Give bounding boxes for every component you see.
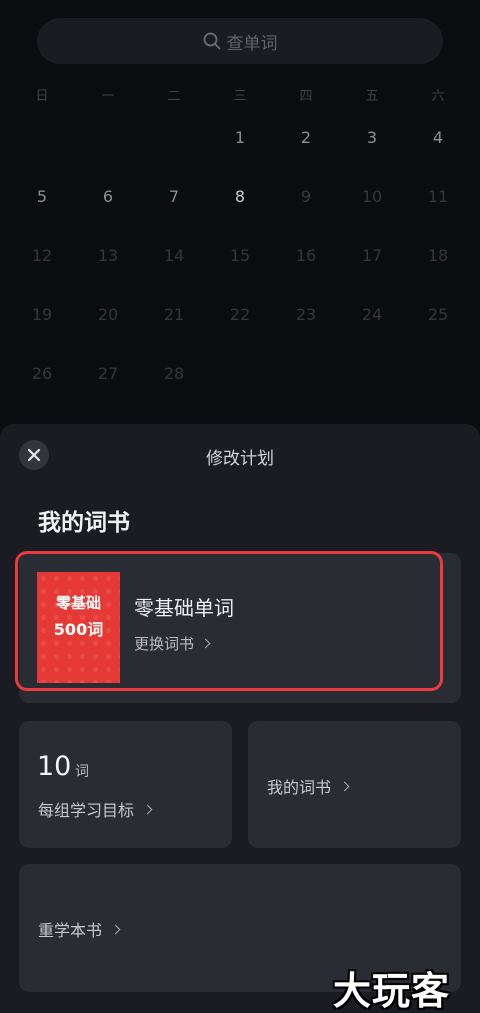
section-title: 我的词书: [38, 510, 130, 536]
weekday-label: 日: [35, 88, 49, 104]
chevron-right-icon: [110, 924, 121, 934]
calendar-week: 1234: [0, 108, 480, 167]
calendar-day[interactable]: 27: [75, 344, 141, 403]
calendar-day[interactable]: 12: [9, 226, 75, 285]
calendar-day[interactable]: 21: [141, 285, 207, 344]
sheet-title: 修改计划: [206, 449, 274, 469]
calendar-day[interactable]: 17: [339, 226, 405, 285]
calendar-week: 19 20 21 22 23 24 25: [0, 285, 480, 344]
weekday-label: 二: [167, 88, 181, 104]
relearn-label: 重学本书: [38, 921, 103, 940]
weekday-label: 一: [101, 88, 115, 104]
weekday-label: 三: [233, 88, 247, 104]
calendar-day[interactable]: 24: [339, 285, 405, 344]
calendar-day[interactable]: 15: [207, 226, 273, 285]
calendar-day[interactable]: 18: [405, 226, 471, 285]
group-goal-tile[interactable]: 10 词 每组学习目标: [19, 721, 232, 848]
calendar-empty-cell: [75, 108, 141, 167]
my-books-tile[interactable]: 我的词书: [248, 721, 461, 848]
calendar-empty-cell: [339, 344, 405, 403]
highlight-box: [15, 551, 443, 691]
calendar-day[interactable]: 26: [9, 344, 75, 403]
edit-plan-sheet: 修改计划 我的词书 零基础 500词 零基础单词 更换词书 10 词 每组学习目…: [0, 424, 480, 1013]
calendar-day[interactable]: 16: [273, 226, 339, 285]
calendar-day[interactable]: 6: [75, 167, 141, 226]
calendar-week: 5 6 7 8 9 10 11: [0, 167, 480, 226]
calendar-grid: 1 2 3 4 5 6 7 8 9 10 11 12 13 14 15 16 17 18 19 20 21 22 23 24 2…: [0, 108, 480, 403]
calendar-day[interactable]: 19: [9, 285, 75, 344]
search-bar[interactable]: 查单词: [37, 18, 443, 64]
calendar-day[interactable]: 23: [273, 285, 339, 344]
calendar-empty-cell: [405, 344, 471, 403]
calendar-day[interactable]: 25: [405, 285, 471, 344]
calendar-empty-cell: [207, 344, 273, 403]
calendar-day[interactable]: 5: [9, 167, 75, 226]
calendar-day[interactable]: 10: [339, 167, 405, 226]
calendar-day[interactable]: 11: [405, 167, 471, 226]
calendar-day[interactable]: 20: [75, 285, 141, 344]
calendar-empty-cell: [141, 108, 207, 167]
calendar-week: 12 13 14 15 16 17 18: [0, 226, 480, 285]
watermark: 大玩客: [333, 969, 451, 1013]
goal-value: 10: [37, 751, 72, 782]
calendar-day[interactable]: 22: [207, 285, 273, 344]
weekday-label: 六: [431, 88, 445, 104]
goal-label: 每组学习目标: [38, 801, 135, 820]
my-books-label: 我的词书: [267, 778, 332, 797]
chevron-right-icon: [339, 781, 350, 791]
calendar-day[interactable]: 3: [339, 108, 405, 167]
calendar-day[interactable]: 14: [141, 226, 207, 285]
my-books-row: 我的词书: [267, 774, 350, 798]
calendar-week: 26 27 28: [0, 344, 480, 403]
calendar-empty-cell: [9, 108, 75, 167]
calendar-day[interactable]: 8: [207, 167, 273, 226]
calendar-day[interactable]: 13: [75, 226, 141, 285]
calendar-day[interactable]: 1: [207, 108, 273, 167]
calendar-empty-cell: [273, 344, 339, 403]
relearn-row: 重学本书: [38, 917, 121, 941]
calendar-weekdays: 日一二三四五六: [0, 80, 480, 108]
goal-unit: 词: [75, 764, 89, 780]
search-icon: [203, 32, 220, 50]
chevron-right-icon: [142, 804, 153, 814]
weekday-label: 四: [299, 88, 313, 104]
search-placeholder: 查单词: [226, 33, 278, 54]
calendar-day[interactable]: 9: [273, 167, 339, 226]
calendar-day[interactable]: 7: [141, 167, 207, 226]
calendar-day[interactable]: 4: [405, 108, 471, 167]
weekday-label: 五: [365, 88, 379, 104]
calendar-day[interactable]: 2: [273, 108, 339, 167]
calendar: 日一二三四五六 1 2 3 4 5 6 7 8 9 10 11 12 13 14 15 16 17 18 19 20 2…: [0, 80, 480, 403]
goal-label-row: 每组学习目标: [38, 797, 153, 821]
calendar-day[interactable]: 28: [141, 344, 207, 403]
